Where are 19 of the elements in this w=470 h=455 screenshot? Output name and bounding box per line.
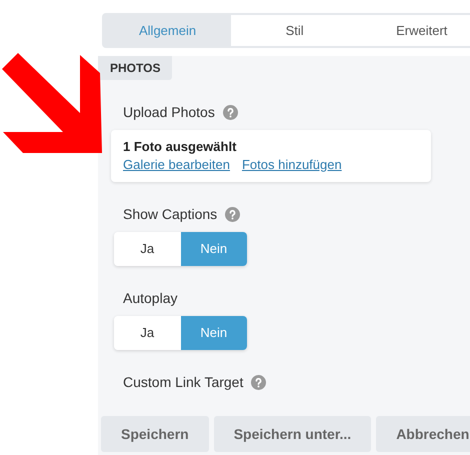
field-label: Show Captions xyxy=(123,204,218,224)
help-icon[interactable] xyxy=(251,374,266,390)
photo-count: 1 Foto ausgewählt xyxy=(123,138,238,156)
toggle-option[interactable]: Ja xyxy=(114,316,180,350)
section-heading: PHOTOS xyxy=(98,56,172,80)
field-label: Upload Photos xyxy=(123,102,215,122)
gallery-link[interactable]: Fotos hinzufügen xyxy=(242,156,342,174)
toggle-option[interactable]: Nein xyxy=(180,232,247,266)
field-label: Autoplay xyxy=(123,288,178,308)
help-icon[interactable] xyxy=(225,206,240,222)
toggle-option[interactable]: Ja xyxy=(114,232,180,266)
toggle-option[interactable]: Nein xyxy=(180,316,247,350)
gallery-link[interactable]: Galerie bearbeiten xyxy=(123,156,230,174)
help-icon[interactable] xyxy=(222,104,238,120)
tab[interactable]: Allgemein xyxy=(104,15,232,46)
action-button[interactable]: Speichern unter... xyxy=(214,416,372,452)
action-button[interactable]: Abbrechen xyxy=(376,416,470,452)
field-label: Custom Link Target xyxy=(123,372,244,392)
action-button[interactable]: Speichern xyxy=(101,416,209,452)
